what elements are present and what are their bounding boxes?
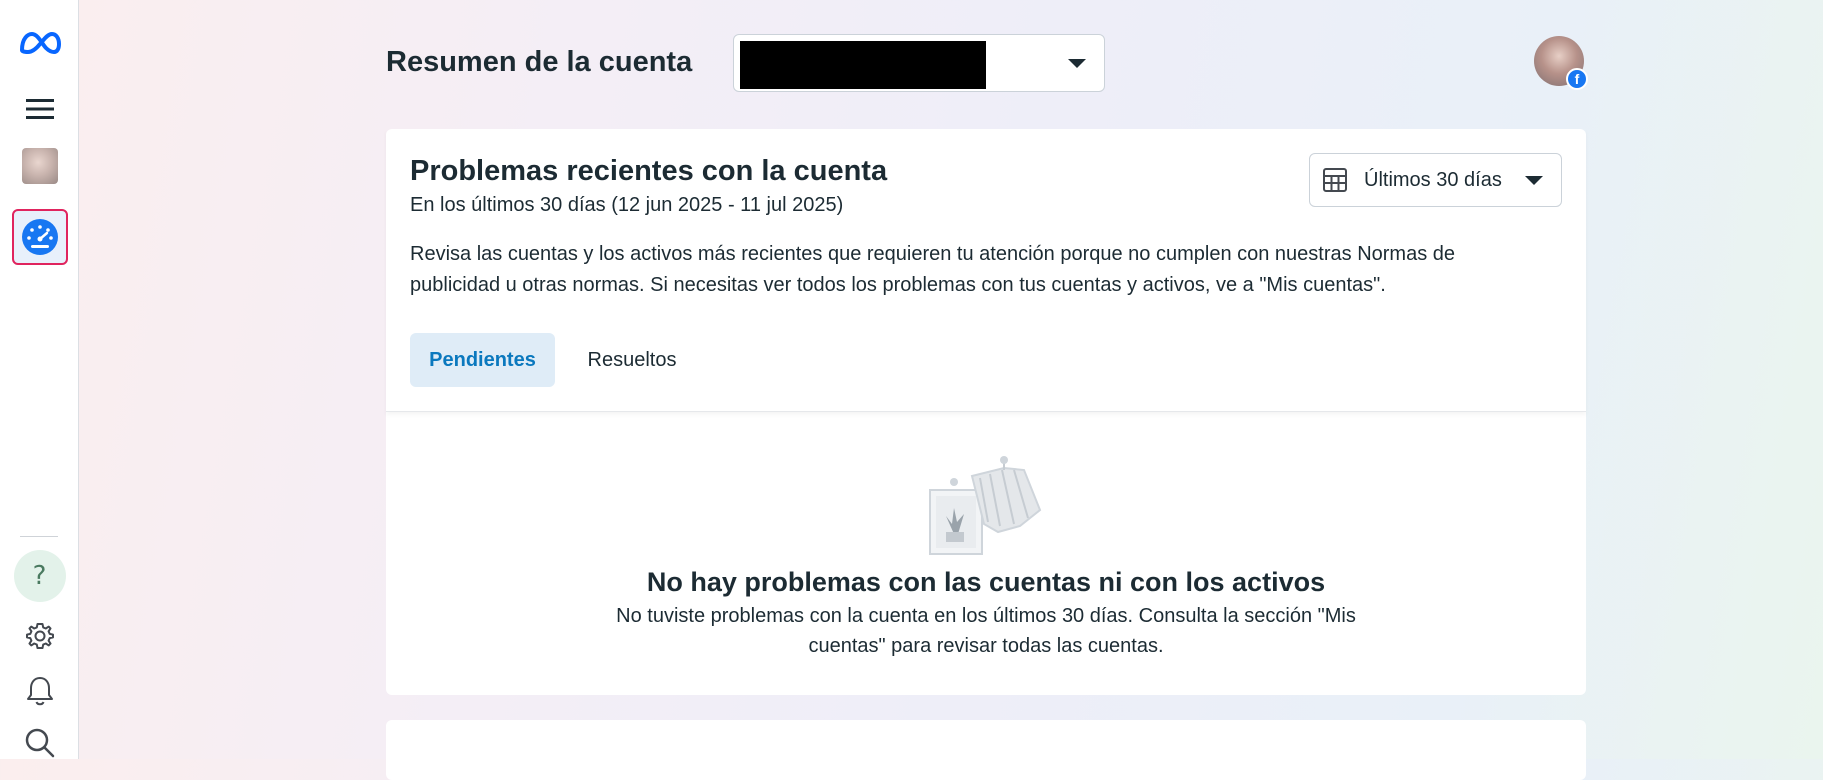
card-header: Problemas recientes con la cuenta En los… xyxy=(386,129,1586,412)
question-icon: ? xyxy=(13,550,66,602)
sidebar-divider xyxy=(20,536,58,537)
account-thumbnail-button[interactable] xyxy=(0,146,79,186)
card-subtitle: En los últimos 30 días (12 jun 2025 - 11… xyxy=(410,194,844,216)
selected-indicator xyxy=(11,209,68,265)
hamburger-icon xyxy=(25,99,54,119)
page-title: Resumen de la cuenta xyxy=(386,46,693,78)
caret-down-icon xyxy=(1068,59,1086,68)
empty-state-illustration xyxy=(929,456,1042,555)
card-description: Revisa las cuentas y los activos más rec… xyxy=(410,243,1456,296)
date-range-dropdown[interactable]: Últimos 30 días xyxy=(1309,153,1562,207)
account-overview-button[interactable] xyxy=(0,206,79,268)
search-icon xyxy=(25,728,54,758)
speedometer-icon xyxy=(21,219,58,255)
facebook-badge-icon: f xyxy=(1566,68,1588,90)
tab-resolved[interactable]: Resueltos xyxy=(562,333,702,387)
left-sidebar: ? xyxy=(0,0,79,759)
notifications-button[interactable] xyxy=(0,672,79,710)
menu-button[interactable] xyxy=(0,86,79,132)
settings-button[interactable] xyxy=(0,618,79,654)
card-title: Problemas recientes con la cuenta xyxy=(410,155,888,187)
caret-down-icon xyxy=(1525,176,1543,185)
tab-pending[interactable]: Pendientes xyxy=(410,333,555,387)
gear-icon xyxy=(25,623,54,649)
table-icon xyxy=(1323,168,1347,192)
date-range-label: Últimos 30 días xyxy=(1364,168,1502,191)
help-button[interactable]: ? xyxy=(0,548,79,604)
search-button[interactable] xyxy=(0,726,79,759)
next-card xyxy=(386,720,1586,780)
empty-state-text: No tuviste problemas con la cuenta en lo… xyxy=(616,605,1356,657)
recent-account-issues-card: Problemas recientes con la cuenta En los… xyxy=(386,129,1586,695)
account-name-redacted xyxy=(740,41,986,89)
account-thumbnail xyxy=(21,148,58,184)
profile-avatar[interactable]: f xyxy=(1534,36,1588,90)
meta-logo-icon[interactable] xyxy=(0,20,79,66)
account-selector[interactable] xyxy=(733,34,1105,92)
empty-state-title: No hay problemas con las cuentas ni con … xyxy=(646,567,1326,597)
bell-icon xyxy=(26,677,53,706)
